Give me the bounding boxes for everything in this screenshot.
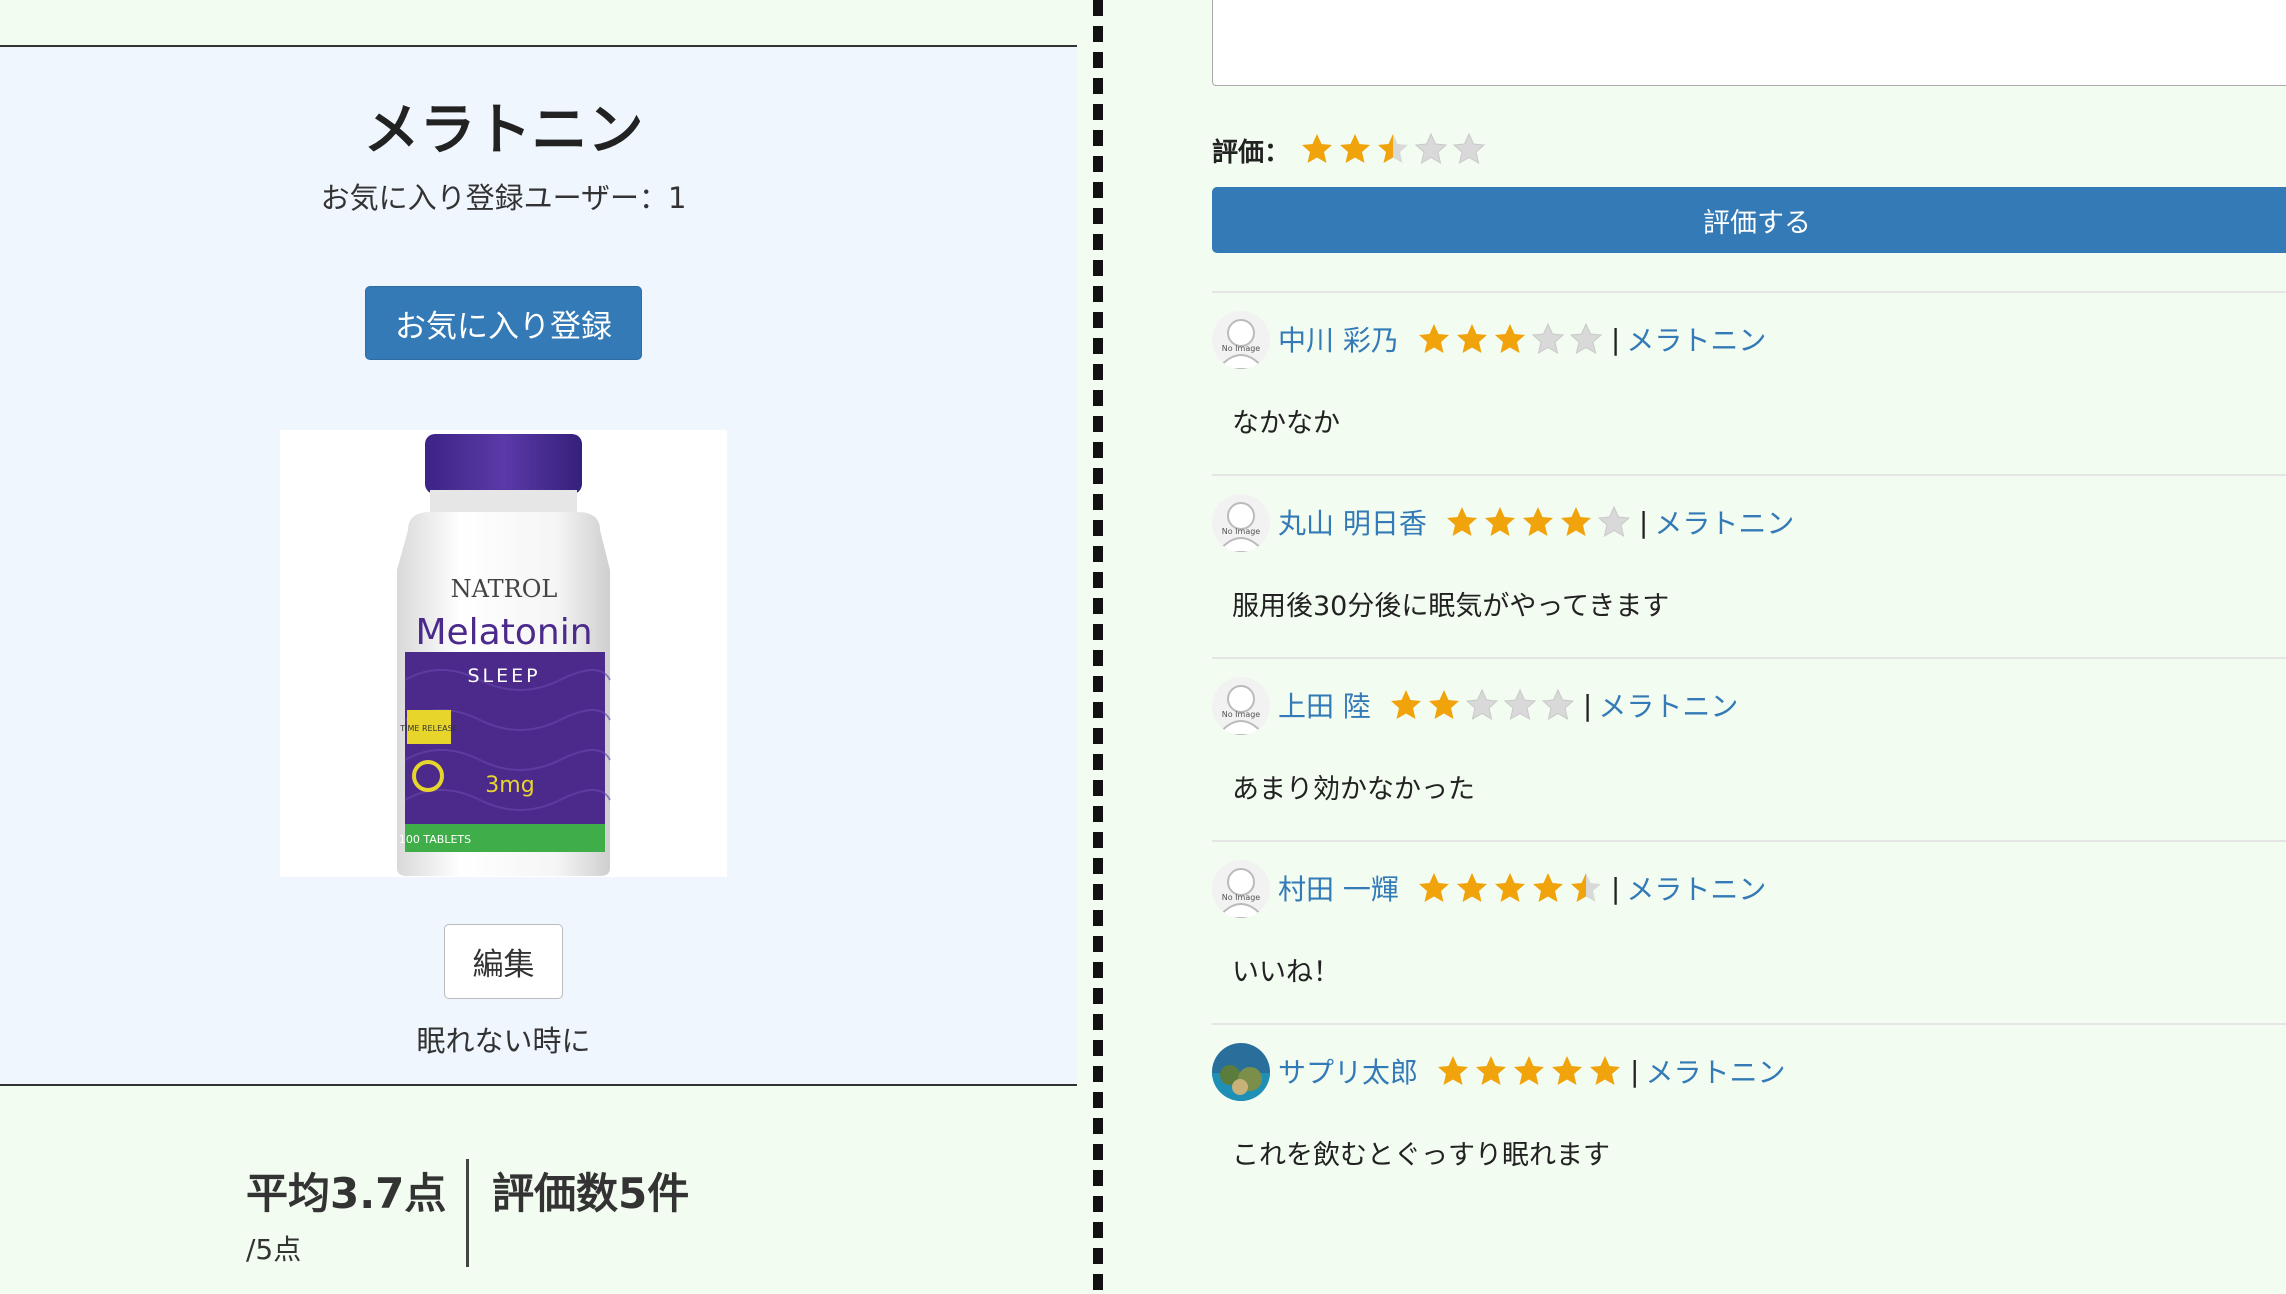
review-text: いいね！ bbox=[1232, 957, 1340, 988]
image-count-text: 100 TABLETS bbox=[399, 833, 471, 846]
review-header: 村田 一輝 | メラトニン bbox=[1278, 868, 1766, 908]
review-user-link[interactable]: 丸山 明日香 bbox=[1278, 502, 1427, 542]
star-icon bbox=[1570, 873, 1601, 902]
star-icon bbox=[1494, 873, 1525, 902]
review-stars bbox=[1389, 688, 1575, 722]
submit-rating-button[interactable]: 評価する bbox=[1212, 187, 2286, 253]
star-icon[interactable] bbox=[1300, 132, 1334, 166]
review-product-link[interactable]: メラトニン bbox=[1598, 685, 1738, 725]
review-header: サプリ太郎 | メラトニン bbox=[1278, 1051, 1785, 1091]
review-header: 上田 陸 | メラトニン bbox=[1278, 685, 1738, 725]
review-user-link[interactable]: 村田 一輝 bbox=[1278, 868, 1399, 908]
favorite-count-value: 1 bbox=[667, 181, 687, 215]
star-icon bbox=[1569, 322, 1603, 355]
review-text: これを飲むとぐっすり眠れます bbox=[1232, 1140, 1610, 1171]
separator: | bbox=[1582, 688, 1593, 722]
stats-divider bbox=[466, 1159, 469, 1267]
product-description: 眠れない時に bbox=[416, 1024, 591, 1058]
star-icon[interactable] bbox=[1452, 132, 1486, 166]
score-max: /5点 bbox=[246, 1233, 302, 1266]
image-variant-text: SLEEP bbox=[467, 665, 540, 687]
review-stars bbox=[1417, 871, 1603, 905]
star-icon bbox=[1503, 688, 1537, 721]
user-avatar: No Image bbox=[1212, 860, 1270, 918]
review-item: サプリ太郎 | メラトニンこれを飲むとぐっすり眠れます bbox=[1212, 1023, 2286, 1208]
image-dose-text: 3mg bbox=[485, 773, 534, 798]
review-user-link[interactable]: 上田 陸 bbox=[1278, 685, 1371, 725]
user-avatar: No Image bbox=[1212, 494, 1270, 552]
favorite-count-label: お気に入り登録ユーザー： bbox=[320, 181, 668, 215]
review-product-link[interactable]: メラトニン bbox=[1645, 1051, 1785, 1091]
image-badge-text: TIME RELEASE bbox=[399, 724, 457, 733]
no-image-label: No Image bbox=[1222, 344, 1261, 353]
star-icon[interactable] bbox=[1414, 132, 1448, 166]
image-name-text: Melatonin bbox=[415, 612, 592, 653]
rating-input[interactable] bbox=[1300, 132, 1486, 166]
separator: | bbox=[1638, 505, 1649, 539]
product-title: メラトニン bbox=[363, 98, 644, 163]
star-icon bbox=[1484, 507, 1515, 536]
star-icon bbox=[1532, 873, 1563, 902]
star-icon[interactable] bbox=[1376, 132, 1410, 166]
star-icon bbox=[1428, 690, 1459, 719]
review-header: 中川 彩乃 | メラトニン bbox=[1278, 319, 1766, 359]
review-item: No Image 丸山 明日香 | メラトニン服用後30分後に眠気がやってきます bbox=[1212, 474, 2286, 659]
rating-label: 評価： bbox=[1212, 138, 1291, 168]
no-image-label: No Image bbox=[1222, 710, 1261, 719]
separator: | bbox=[1630, 1054, 1640, 1088]
review-product-link[interactable]: メラトニン bbox=[1654, 502, 1794, 542]
star-icon[interactable] bbox=[1338, 132, 1372, 166]
review-item: No Image 村田 一輝 | メラトニンいいね！ bbox=[1212, 840, 2286, 1025]
star-icon bbox=[1438, 1056, 1469, 1085]
no-image-label: No Image bbox=[1222, 527, 1261, 536]
review-stars bbox=[1436, 1054, 1622, 1088]
star-icon bbox=[1531, 322, 1565, 355]
star-icon bbox=[1456, 873, 1487, 902]
star-icon bbox=[1494, 324, 1525, 353]
review-user-link[interactable]: 中川 彩乃 bbox=[1278, 319, 1399, 359]
star-icon bbox=[1514, 1056, 1545, 1085]
user-avatar: No Image bbox=[1212, 311, 1270, 369]
star-icon bbox=[1590, 1056, 1621, 1085]
star-icon bbox=[1418, 324, 1449, 353]
favorite-button[interactable]: お気に入り登録 bbox=[365, 286, 642, 360]
star-icon bbox=[1456, 324, 1487, 353]
user-avatar bbox=[1212, 1043, 1270, 1101]
review-stars bbox=[1445, 505, 1631, 539]
review-product-link[interactable]: メラトニン bbox=[1626, 319, 1766, 359]
review-user-link[interactable]: サプリ太郎 bbox=[1278, 1051, 1418, 1091]
review-text: 服用後30分後に眠気がやってきます bbox=[1232, 591, 1670, 622]
star-icon bbox=[1446, 507, 1477, 536]
star-icon bbox=[1522, 507, 1553, 536]
no-image-label: No Image bbox=[1222, 893, 1261, 902]
edit-button[interactable]: 編集 bbox=[444, 924, 563, 999]
star-icon bbox=[1541, 688, 1575, 721]
star-icon bbox=[1476, 1056, 1507, 1085]
star-icon bbox=[1465, 688, 1499, 721]
melatonin-bottle-image: NATROL Melatonin SLEEP TIME RELEASE 3mg … bbox=[397, 434, 611, 876]
average-score: 平均3.7点 bbox=[246, 1169, 447, 1218]
column-divider bbox=[1093, 0, 1103, 1294]
star-icon bbox=[1597, 505, 1631, 538]
favorite-count: お気に入り登録ユーザー：1 bbox=[0, 175, 1007, 217]
star-icon bbox=[1418, 873, 1449, 902]
star-icon bbox=[1390, 690, 1421, 719]
separator: | bbox=[1610, 871, 1621, 905]
image-brand-text: NATROL bbox=[451, 575, 558, 603]
review-stars bbox=[1417, 322, 1603, 356]
user-avatar: No Image bbox=[1212, 677, 1270, 735]
star-icon bbox=[1552, 1056, 1583, 1085]
review-product-link[interactable]: メラトニン bbox=[1626, 868, 1766, 908]
review-text: あまり効かなかった bbox=[1232, 774, 1475, 805]
product-image: NATROL Melatonin SLEEP TIME RELEASE 3mg … bbox=[280, 430, 727, 877]
review-item: No Image 上田 陸 | メラトニンあまり効かなかった bbox=[1212, 657, 2286, 842]
review-item: No Image 中川 彩乃 | メラトニンなかなか bbox=[1212, 291, 2286, 476]
review-header: 丸山 明日香 | メラトニン bbox=[1278, 502, 1794, 542]
comment-textarea[interactable] bbox=[1212, 0, 2286, 86]
star-icon bbox=[1560, 507, 1591, 536]
review-text: なかなか bbox=[1232, 408, 1340, 439]
separator: | bbox=[1610, 322, 1621, 356]
review-count: 評価数5件 bbox=[492, 1169, 690, 1218]
